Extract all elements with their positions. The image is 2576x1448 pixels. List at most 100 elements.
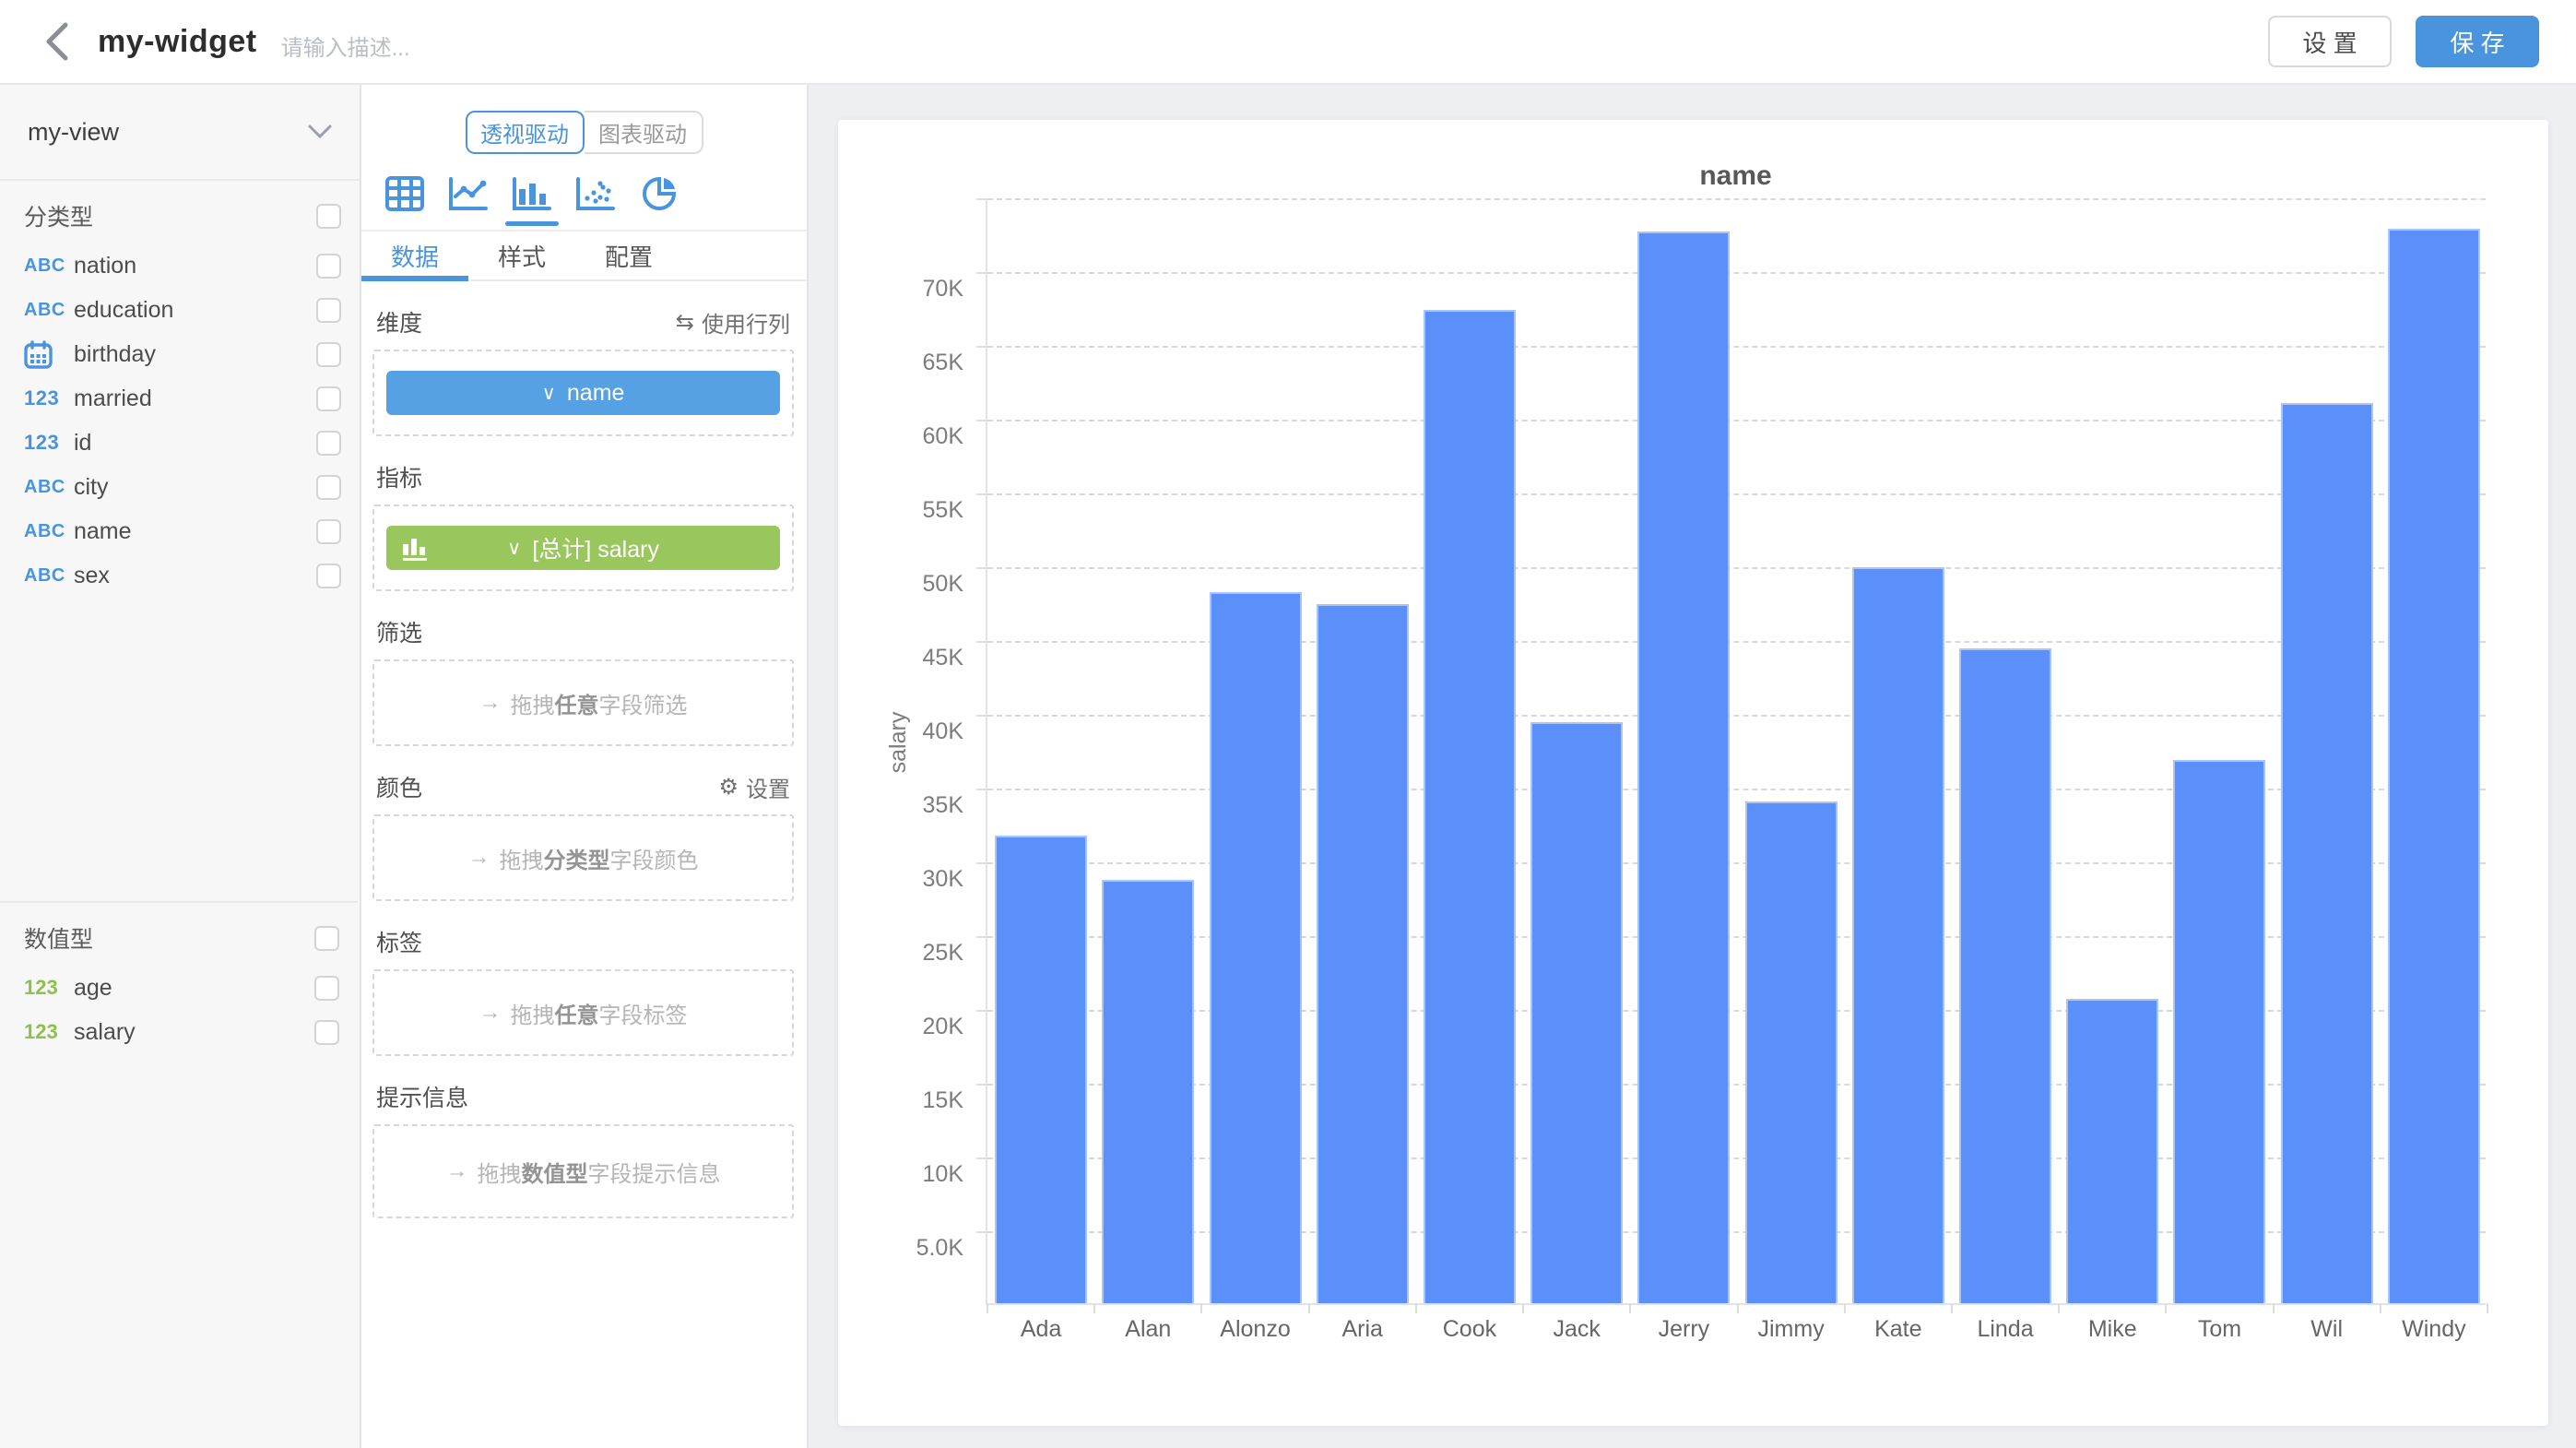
field-checkbox-name[interactable]	[316, 519, 341, 544]
field-checkbox-id[interactable]	[316, 431, 341, 456]
dimension-dropzone[interactable]: ∨ name	[372, 350, 794, 436]
gridline	[987, 346, 2486, 348]
back-button[interactable]	[37, 21, 77, 62]
y-axis-tick	[976, 862, 987, 864]
color-hint: →拖拽分类型字段颜色	[468, 842, 699, 874]
field-item-city[interactable]: ABCcity	[0, 465, 360, 509]
y-axis-label: 10K	[868, 1161, 963, 1188]
dataset-select[interactable]: my-view	[0, 85, 360, 181]
panel-tab-样式[interactable]: 样式	[468, 231, 575, 279]
swap-icon: ⇆	[676, 309, 694, 336]
field-sidebar: my-view 分类型ABCnationABCeducationbirthday…	[0, 85, 361, 1448]
text-field-icon: ABC	[24, 521, 74, 542]
description-input[interactable]: 请输入描述...	[281, 30, 410, 62]
x-axis-label: Mike	[2059, 1316, 2166, 1343]
field-item-age[interactable]: 123age	[0, 966, 358, 1010]
field-item-birthday[interactable]: birthday	[0, 332, 360, 376]
dataset-name: my-view	[28, 118, 308, 147]
panel-tab-配置[interactable]: 配置	[575, 231, 682, 279]
x-axis-tick	[2380, 1303, 2381, 1313]
y-axis-label: 65K	[868, 350, 963, 376]
field-label: married	[74, 386, 316, 412]
metric-label: 指标	[376, 460, 422, 493]
field-checkbox-salary[interactable]	[314, 1020, 339, 1045]
field-checkbox-married[interactable]	[316, 386, 341, 411]
x-axis-label: Alonzo	[1201, 1316, 1308, 1343]
chart-type-row	[361, 154, 807, 231]
color-dropzone[interactable]: →拖拽分类型字段颜色	[372, 814, 794, 901]
drag-arrow-icon: →	[479, 690, 502, 716]
x-axis-label: Tom	[2166, 1316, 2273, 1343]
tooltip-dropzone[interactable]: →拖拽数值型字段提示信息	[372, 1124, 794, 1218]
x-axis-tick	[1415, 1303, 1417, 1313]
section-checkbox[interactable]	[314, 926, 339, 951]
chart-type-pie-icon[interactable]	[638, 172, 680, 215]
y-axis-label: 30K	[868, 866, 963, 893]
chevron-down-icon: ∨	[542, 382, 556, 405]
dimension-chip[interactable]: ∨ name	[386, 371, 780, 415]
bar-Wil	[2281, 403, 2373, 1303]
chart-type-line-icon[interactable]	[447, 172, 490, 215]
metric-dropzone[interactable]: ∨ [总计] salary	[372, 504, 794, 591]
x-axis-label: Jimmy	[1738, 1316, 1845, 1343]
section-checkbox[interactable]	[316, 204, 341, 229]
filter-dropzone[interactable]: →拖拽任意字段筛选	[372, 659, 794, 746]
filter-label: 筛选	[376, 615, 422, 648]
x-axis-tick	[1629, 1303, 1631, 1313]
field-item-married[interactable]: 123married	[0, 376, 360, 421]
y-axis-tick	[976, 420, 987, 421]
field-item-salary[interactable]: 123salary	[0, 1010, 358, 1054]
field-checkbox-city[interactable]	[316, 475, 341, 500]
field-item-id[interactable]: 123id	[0, 421, 360, 465]
bar-Kate	[1852, 567, 1944, 1303]
y-axis-tick	[976, 715, 987, 717]
mode-tab-图表驱动[interactable]: 图表驱动	[585, 111, 703, 154]
filter-hint: →拖拽任意字段筛选	[479, 687, 688, 719]
save-button[interactable]: 保 存	[2416, 16, 2539, 67]
number-field-icon: 123	[24, 976, 74, 1000]
bar-Windy	[2388, 229, 2480, 1303]
field-checkbox-education[interactable]	[316, 298, 341, 323]
panel-tab-数据[interactable]: 数据	[361, 231, 468, 279]
x-axis-tick	[1093, 1303, 1095, 1313]
text-field-icon: ABC	[24, 565, 74, 587]
bar-Jerry	[1637, 231, 1730, 1303]
driver-mode-switch: 透视驱动图表驱动	[466, 111, 703, 154]
field-checkbox-nation[interactable]	[316, 254, 341, 279]
y-axis-label: 50K	[868, 571, 963, 598]
y-axis-tick	[976, 1084, 987, 1086]
field-label: id	[74, 430, 316, 457]
field-item-name[interactable]: ABCname	[0, 509, 360, 553]
numeric-fields-section: 数值型123age123salary	[0, 901, 358, 1054]
dimension-label: 维度	[376, 305, 422, 338]
field-label: education	[74, 297, 316, 324]
field-item-education[interactable]: ABCeducation	[0, 288, 360, 332]
text-field-icon: ABC	[24, 300, 74, 321]
chart-type-bar-icon[interactable]	[511, 172, 553, 215]
page-title: my-widget	[98, 24, 257, 60]
chevron-down-icon: ∨	[507, 537, 521, 560]
color-settings-link[interactable]: ⚙ 设置	[718, 771, 790, 803]
chart-type-scatter-icon[interactable]	[574, 172, 617, 215]
y-axis-tick	[976, 1231, 987, 1233]
x-axis-tick	[2487, 1303, 2488, 1313]
use-rows-cols-link[interactable]: ⇆ 使用行列	[676, 306, 790, 338]
x-axis-label: Aria	[1309, 1316, 1416, 1343]
mode-tab-透视驱动[interactable]: 透视驱动	[466, 111, 585, 154]
settings-button[interactable]: 设 置	[2268, 16, 2392, 67]
field-item-sex[interactable]: ABCsex	[0, 553, 360, 598]
chart-type-table-icon[interactable]	[384, 172, 426, 215]
x-axis-label: Ada	[987, 1316, 1094, 1343]
metric-chip[interactable]: ∨ [总计] salary	[386, 526, 780, 570]
field-item-nation[interactable]: ABCnation	[0, 243, 360, 288]
x-axis-tick	[2165, 1303, 2167, 1313]
field-label: birthday	[74, 341, 316, 368]
field-checkbox-birthday[interactable]	[316, 342, 341, 367]
tag-dropzone[interactable]: →拖拽任意字段标签	[372, 969, 794, 1056]
x-axis-tick	[987, 1303, 988, 1313]
field-checkbox-age[interactable]	[314, 976, 339, 1001]
x-axis-label: Linda	[1952, 1316, 2059, 1343]
field-checkbox-sex[interactable]	[316, 564, 341, 588]
x-axis-tick	[1844, 1303, 1846, 1313]
config-panel: 透视驱动图表驱动 数据样式配置 维度 ⇆ 使用行列 ∨ name	[361, 85, 809, 1448]
